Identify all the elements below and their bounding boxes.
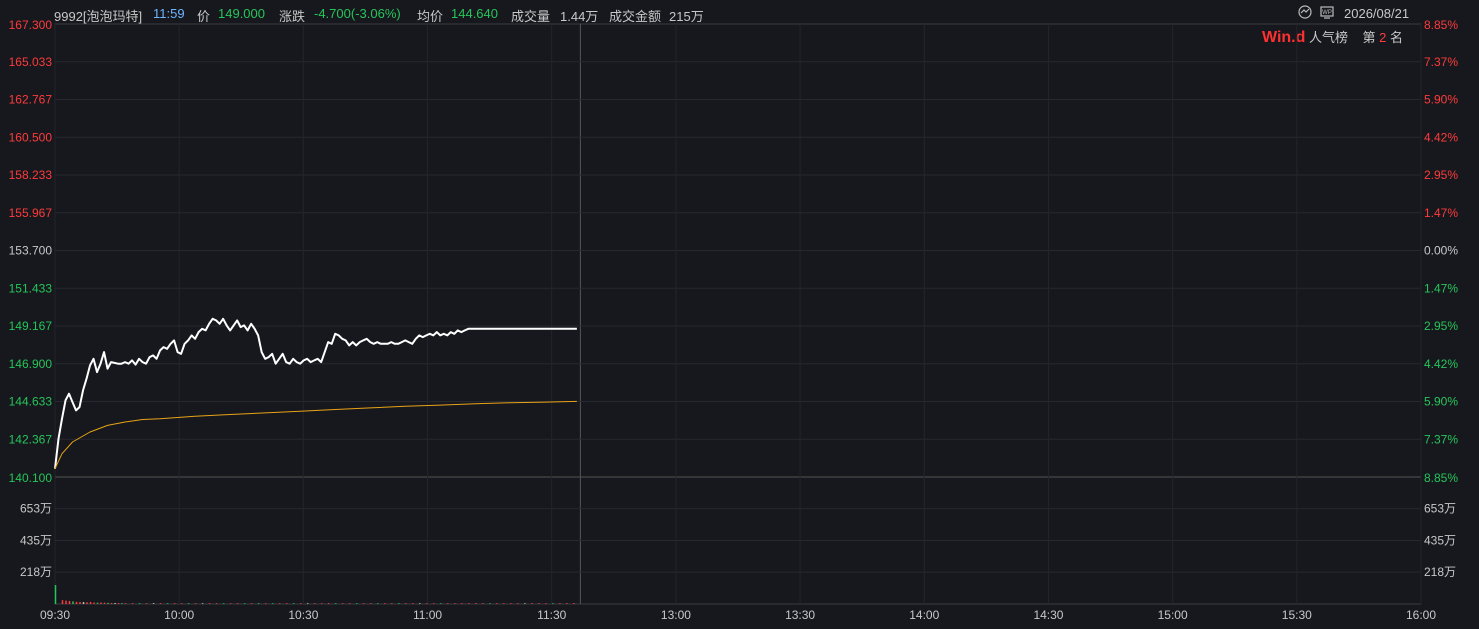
pct-tick-label: 2.95% [1424, 319, 1458, 333]
price-tick-label: 144.633 [9, 395, 53, 409]
chart-frame [54, 23, 1422, 605]
price-tick-label: 153.700 [9, 244, 53, 258]
time-tick-label: 15:30 [1282, 608, 1312, 622]
time-tick-label: 13:00 [661, 608, 691, 622]
price-tick-label: 158.233 [9, 168, 53, 182]
price-tick-label: 155.967 [9, 206, 53, 220]
time-tick-label: 15:00 [1158, 608, 1188, 622]
price-line [54, 317, 577, 469]
price-tick-label: 160.500 [9, 130, 53, 144]
volume-tick-label-right: 653万 [1424, 502, 1456, 516]
intraday-chart[interactable]: 167.300 8.85% 165.033 7.37% 162.767 5.90% 160.… [0, 0, 1479, 629]
time-tick-label: 16:00 [1406, 608, 1436, 622]
pct-tick-label: 1.47% [1424, 206, 1458, 220]
pct-tick-label: 1.47% [1424, 281, 1458, 295]
time-tick-label: 14:00 [909, 608, 939, 622]
price-tick-label: 167.300 [9, 18, 53, 32]
pct-tick-label: 4.42% [1424, 130, 1458, 144]
price-tick-label: 165.033 [9, 55, 53, 69]
time-tick-label: 11:30 [537, 608, 566, 622]
pct-tick-label: 4.42% [1424, 357, 1458, 371]
time-tick-label: 11:00 [413, 608, 442, 622]
pct-tick-label: 0.00% [1424, 244, 1458, 258]
volume-tick-label-right: 435万 [1424, 534, 1456, 548]
price-tick-label: 142.367 [9, 432, 53, 446]
pct-tick-label: 5.90% [1424, 93, 1458, 107]
volume-tick-label: 435万 [20, 534, 52, 548]
price-tick-label: 151.433 [9, 281, 53, 295]
pct-tick-label: 2.95% [1424, 168, 1458, 182]
volume-tick-label: 218万 [20, 565, 52, 579]
pct-tick-label: 8.85% [1424, 18, 1458, 32]
pct-tick-label: 8.85% [1424, 471, 1458, 485]
avg-price-line [54, 400, 577, 469]
pct-tick-label: 7.37% [1424, 55, 1458, 69]
time-tick-label: 09:30 [40, 608, 70, 622]
volume-tick-label: 653万 [20, 502, 52, 516]
time-tick-label: 13:30 [785, 608, 815, 622]
price-tick-label: 140.100 [9, 471, 53, 485]
time-tick-label: 14:30 [1033, 608, 1063, 622]
price-tick-label: 146.900 [9, 357, 53, 371]
price-tick-label: 162.767 [9, 93, 53, 107]
time-tick-label: 10:30 [288, 608, 318, 622]
price-tick-label: 149.167 [9, 319, 53, 333]
pct-tick-label: 5.90% [1424, 395, 1458, 409]
pct-tick-label: 7.37% [1424, 432, 1458, 446]
time-tick-label: 10:00 [164, 608, 194, 622]
volume-tick-label-right: 218万 [1424, 565, 1456, 579]
